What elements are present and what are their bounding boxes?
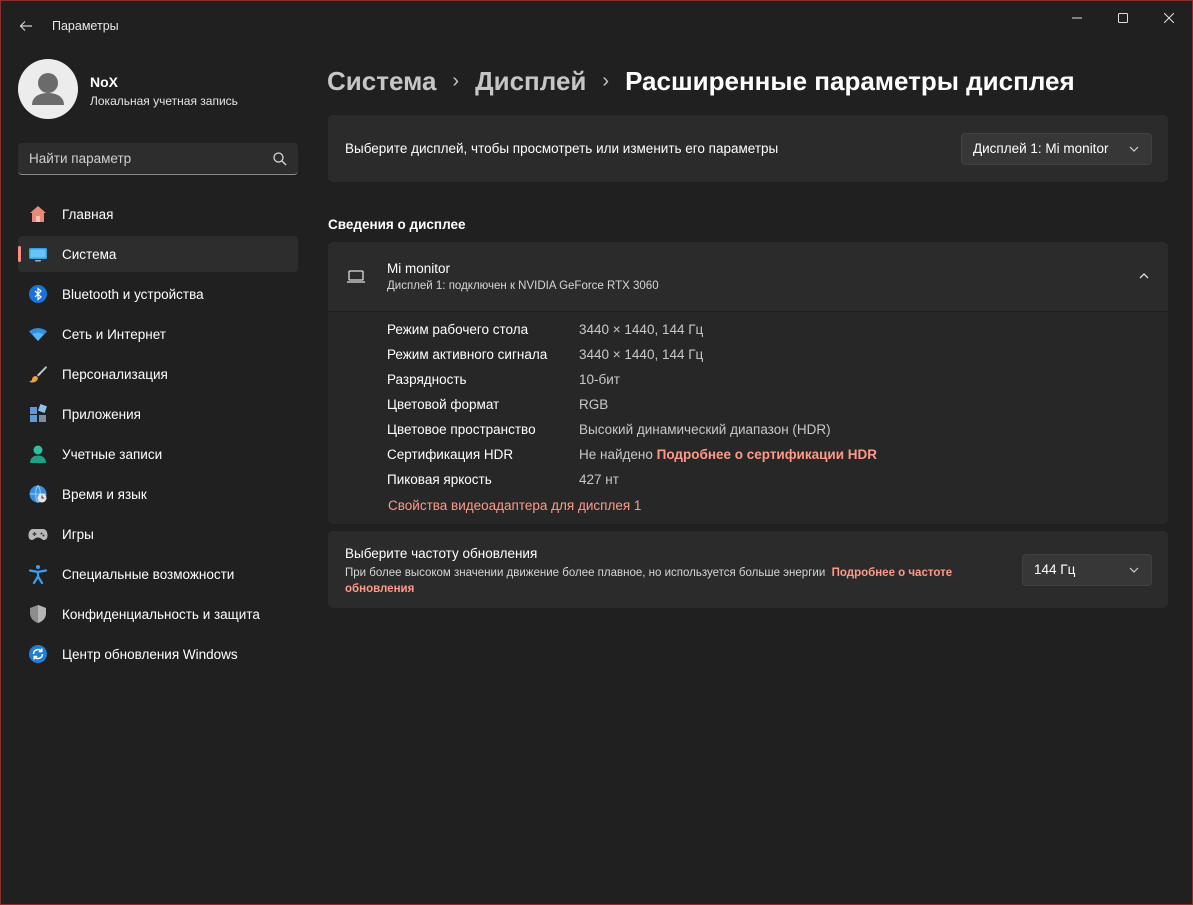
minimize-icon — [1072, 17, 1082, 19]
sidebar-item-accessibility[interactable]: Специальные возможности — [18, 556, 298, 592]
search-input[interactable]: Найти параметр — [18, 143, 298, 175]
sidebar-item-apps[interactable]: Приложения — [18, 396, 298, 432]
section-title: Сведения о дисплее — [328, 217, 466, 232]
close-button[interactable] — [1146, 1, 1192, 35]
refresh-rate-title: Выберите частоту обновления — [345, 546, 538, 561]
sidebar-item-home[interactable]: Главная — [18, 196, 298, 232]
sidebar-item-privacy[interactable]: Конфиденциальность и защита — [18, 596, 298, 632]
accounts-icon — [30, 445, 46, 463]
info-value: 3440 × 1440, 144 Гц — [579, 347, 704, 362]
display-select-prompt: Выберите дисплей, чтобы просмотреть или … — [345, 141, 779, 156]
refresh-rate-description: При более высоком значении движение боле… — [345, 567, 826, 579]
chevron-down-icon — [1129, 146, 1139, 152]
time-language-icon — [29, 485, 47, 503]
info-value: 427 нт — [579, 472, 619, 487]
display-info-header[interactable]: Mi monitor Дисплей 1: подключен к NVIDIA… — [328, 242, 1168, 311]
chevron-down-icon — [1129, 567, 1139, 573]
apps-icon — [30, 404, 47, 422]
page-title: Расширенные параметры дисплея — [625, 65, 1075, 96]
info-key: Разрядность — [387, 372, 467, 387]
sidebar-item-label: Система — [62, 246, 117, 262]
account-type: Локальная учетная запись — [90, 94, 238, 108]
sidebar-item-label: Сеть и Интернет — [62, 326, 166, 342]
bluetooth-icon — [29, 285, 47, 303]
info-key: Цветовое пространство — [387, 422, 536, 437]
minimize-button[interactable] — [1054, 1, 1100, 35]
refresh-rate-value: 144 Гц — [1034, 562, 1076, 577]
settings-window: Параметры NoX Локальная учетная запись Н… — [0, 0, 1193, 905]
sidebar-item-personalization[interactable]: Персонализация — [18, 356, 298, 392]
info-value: 10-бит — [579, 372, 620, 387]
info-value: Высокий динамический диапазон (HDR) — [579, 422, 831, 437]
info-value-with-link: Не найдено Подробнее о сертификации HDR — [579, 447, 877, 462]
sidebar-item-label: Приложения — [62, 406, 141, 422]
refresh-rate-description-block: При более высоком значении движение боле… — [345, 565, 1005, 597]
update-icon — [29, 645, 47, 663]
sidebar-item-label: Игры — [62, 526, 94, 542]
hdr-certification-link[interactable]: Подробнее о сертификации HDR — [657, 447, 877, 462]
back-button[interactable] — [11, 11, 41, 41]
display-dropdown[interactable]: Дисплей 1: Mi monitor — [961, 133, 1152, 165]
info-key: Режим рабочего стола — [387, 322, 529, 337]
sidebar-item-time-language[interactable]: Время и язык — [18, 476, 298, 512]
display-dropdown-value: Дисплей 1: Mi monitor — [973, 141, 1109, 156]
display-select-card: Выберите дисплей, чтобы просмотреть или … — [328, 115, 1168, 182]
sidebar-item-label: Специальные возможности — [62, 566, 235, 582]
search-placeholder: Найти параметр — [29, 151, 132, 166]
monitor-name: Mi monitor — [387, 261, 451, 276]
maximize-button[interactable] — [1100, 1, 1146, 35]
home-icon — [30, 206, 46, 222]
sidebar-item-network[interactable]: Сеть и Интернет — [18, 316, 298, 352]
sidebar-item-label: Время и язык — [62, 486, 147, 502]
sidebar-item-label: Персонализация — [62, 366, 168, 382]
sidebar-item-system[interactable]: Система — [18, 236, 298, 272]
sidebar-item-label: Bluetooth и устройства — [62, 286, 204, 302]
breadcrumb-system[interactable]: Система — [327, 66, 436, 97]
info-value: 3440 × 1440, 144 Гц — [579, 322, 704, 337]
info-value: Не найдено — [579, 447, 653, 462]
display-info-body: Режим рабочего стола 3440 × 1440, 144 Гц… — [328, 312, 1168, 524]
title-bar: Параметры — [1, 1, 1192, 49]
breadcrumb: Система › Дисплей › Расширенные параметр… — [327, 61, 1075, 101]
sidebar-item-label: Главная — [62, 206, 114, 222]
brush-icon — [29, 366, 47, 383]
info-key: Режим активного сигнала — [387, 347, 548, 362]
breadcrumb-separator: › — [452, 69, 460, 92]
sidebar-item-windows-update[interactable]: Центр обновления Windows — [18, 636, 298, 672]
sidebar-item-bluetooth[interactable]: Bluetooth и устройства — [18, 276, 298, 312]
sidebar-nav: Главная Система Bluetooth и устройства С… — [18, 196, 298, 676]
info-key: Цветовой формат — [387, 397, 500, 412]
laptop-icon — [347, 270, 365, 283]
sidebar-item-label: Конфиденциальность и защита — [62, 606, 260, 622]
breadcrumb-separator: › — [602, 69, 610, 92]
sidebar-item-label: Учетные записи — [62, 446, 163, 462]
close-icon — [1164, 13, 1174, 23]
sidebar-item-gaming[interactable]: Игры — [18, 516, 298, 552]
info-key: Пиковая яркость — [387, 472, 492, 487]
sidebar-item-label: Центр обновления Windows — [62, 646, 238, 662]
shield-icon — [30, 605, 46, 623]
sidebar-item-accounts[interactable]: Учетные записи — [18, 436, 298, 472]
system-icon — [29, 248, 47, 262]
avatar[interactable] — [18, 59, 78, 119]
refresh-rate-dropdown[interactable]: 144 Гц — [1022, 554, 1152, 586]
info-key: Сертификация HDR — [387, 447, 514, 462]
user-icon — [32, 73, 64, 105]
app-title: Параметры — [52, 19, 119, 33]
back-arrow-icon — [19, 21, 32, 31]
info-value: RGB — [579, 397, 609, 412]
gamepad-icon — [28, 529, 48, 540]
refresh-rate-card: Выберите частоту обновления При более вы… — [328, 531, 1168, 608]
maximize-icon — [1118, 13, 1128, 23]
user-name: NoX — [90, 74, 118, 90]
breadcrumb-display[interactable]: Дисплей — [475, 66, 586, 97]
wifi-icon — [29, 328, 47, 341]
adapter-properties-link[interactable]: Свойства видеоадаптера для дисплея 1 — [388, 498, 641, 513]
monitor-subtitle: Дисплей 1: подключен к NVIDIA GeForce RT… — [387, 280, 659, 292]
accessibility-icon — [28, 565, 48, 584]
chevron-up-icon[interactable] — [1138, 270, 1150, 282]
search-icon — [273, 152, 287, 166]
